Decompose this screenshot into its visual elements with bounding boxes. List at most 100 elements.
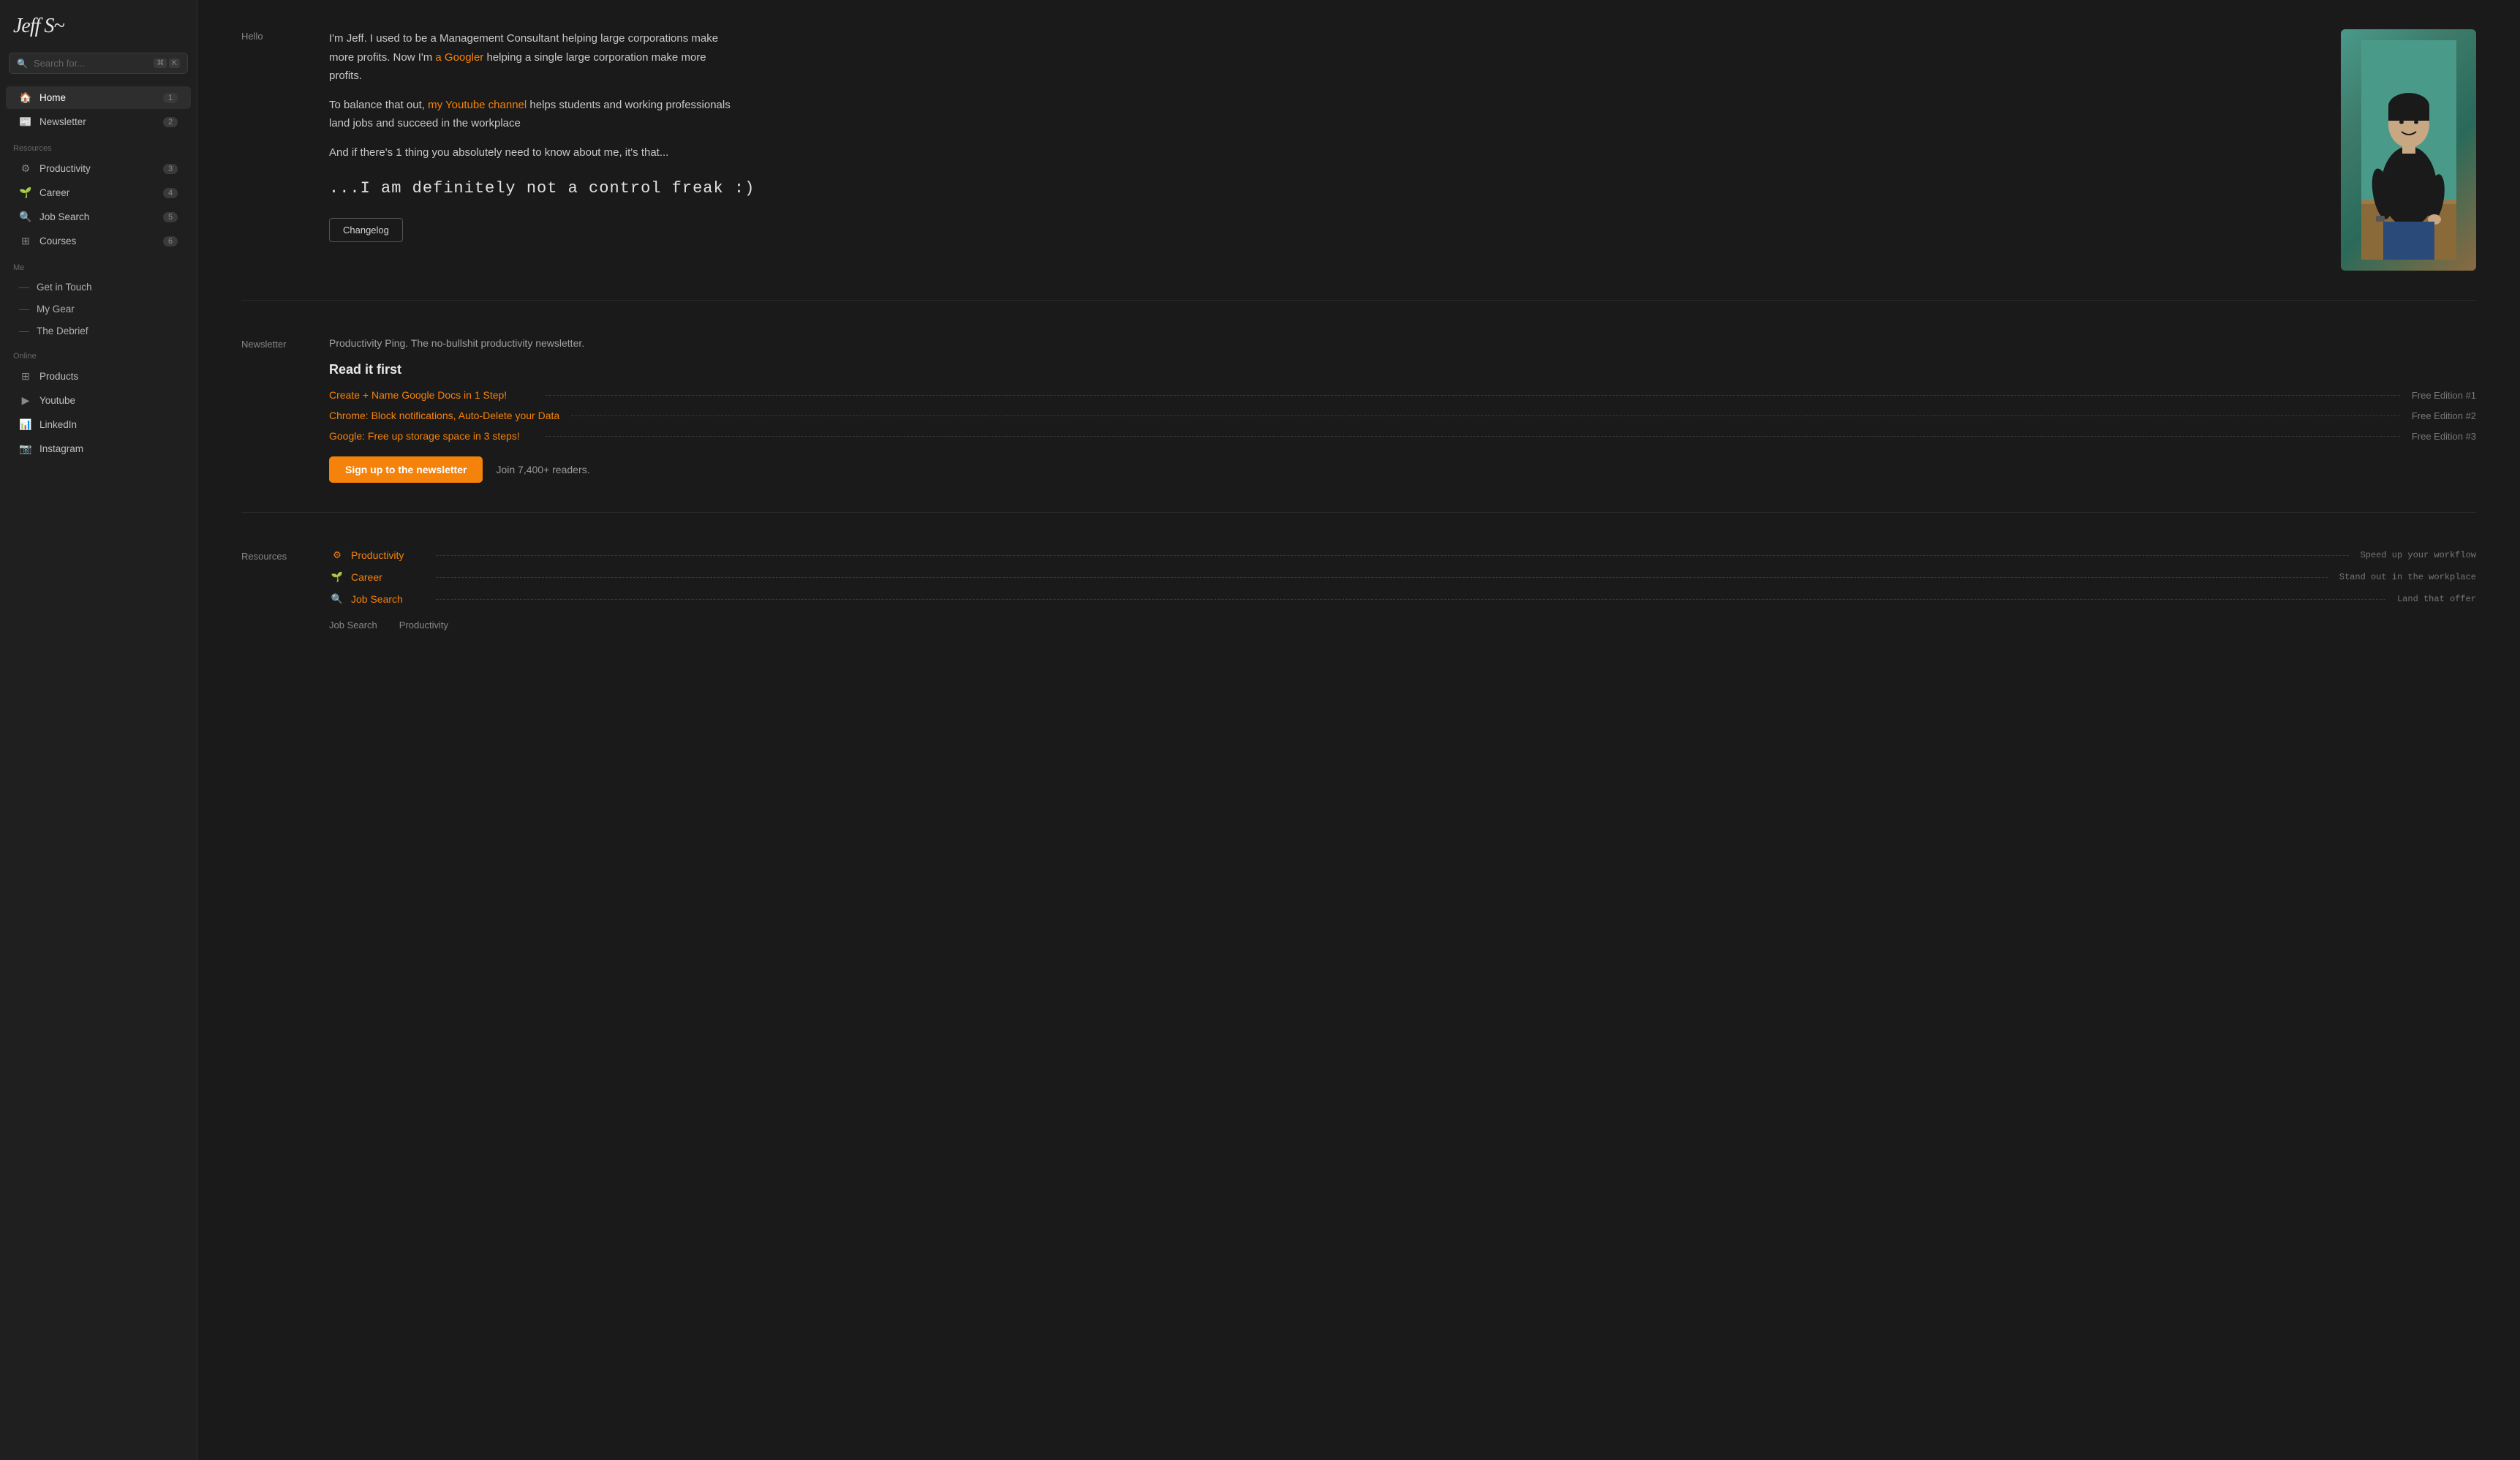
main-content: Hello I'm Jeff. I used to be a Managemen… [197, 0, 2520, 1460]
edition-row-1: Create + Name Google Docs in 1 Step! Fre… [329, 389, 2476, 401]
read-first-title: Read it first [329, 362, 2476, 377]
hello-paragraph1: I'm Jeff. I used to be a Management Cons… [329, 29, 739, 86]
edition-link-2[interactable]: Chrome: Block notifications, Auto-Delete… [329, 410, 559, 421]
edition-row-2: Chrome: Block notifications, Auto-Delete… [329, 410, 2476, 421]
nav-item-the-debrief[interactable]: — The Debrief [6, 320, 191, 341]
nav-label-productivity: Productivity [39, 163, 156, 174]
sidebar: Jeff S~ 🔍 Search for... ⌘ K 🏠 Home 1 📰 N… [0, 0, 197, 1460]
resource-desc-productivity: Speed up your workflow [2361, 550, 2476, 560]
online-header: Online [0, 342, 197, 364]
nav-label-instagram: Instagram [39, 443, 178, 454]
nav-item-youtube[interactable]: ▶ Youtube [6, 389, 191, 412]
footer-link-job-search[interactable]: Job Search [329, 620, 377, 631]
nav-item-job-search[interactable]: 🔍 Job Search 5 [6, 206, 191, 228]
dash-icon-my-gear: — [19, 303, 29, 315]
signup-note: Join 7,400+ readers. [496, 464, 589, 475]
footer-link-productivity[interactable]: Productivity [399, 620, 448, 631]
nav-badge-courses: 6 [163, 236, 178, 247]
nav-label-job-search: Job Search [39, 211, 156, 222]
me-header: Me [0, 253, 197, 276]
nav-item-newsletter[interactable]: 📰 Newsletter 2 [6, 110, 191, 133]
nav-label-newsletter: Newsletter [39, 116, 156, 127]
edition-dots-1 [546, 395, 2400, 396]
nav-badge-productivity: 3 [163, 164, 178, 174]
youtube-icon: ▶ [19, 394, 32, 407]
footer-nav: Job Search Productivity [329, 620, 2476, 631]
resource-row-productivity: ⚙ Productivity Speed up your workflow [329, 549, 2476, 561]
nav-label-linkedin: LinkedIn [39, 419, 178, 430]
hello-paragraph2: To balance that out, my Youtube channel … [329, 96, 739, 133]
linkedin-icon: 📊 [19, 418, 32, 431]
me-label-get-in-touch: Get in Touch [37, 282, 92, 293]
edition-link-1[interactable]: Create + Name Google Docs in 1 Step! [329, 389, 534, 401]
changelog-button[interactable]: Changelog [329, 218, 403, 242]
resource-icon-job-search: 🔍 [329, 593, 345, 605]
nav-badge-job-search: 5 [163, 212, 178, 222]
edition-dots-2 [571, 415, 2400, 416]
edition-label-3: Free Edition #3 [2412, 431, 2476, 442]
logo-area: Jeff S~ [0, 15, 197, 53]
edition-dots-3 [546, 436, 2400, 437]
resource-desc-job-search: Land that offer [2397, 594, 2476, 604]
newsletter-section: Newsletter Productivity Ping. The no-bul… [241, 337, 2476, 513]
resources-content: ⚙ Productivity Speed up your workflow 🌱 … [329, 549, 2476, 631]
search-bar[interactable]: 🔍 Search for... ⌘ K [9, 53, 188, 74]
resource-icon-productivity: ⚙ [329, 549, 345, 561]
hello-content: I'm Jeff. I used to be a Management Cons… [329, 29, 2312, 271]
nav-label-products: Products [39, 371, 178, 382]
nav-label-career: Career [39, 187, 156, 198]
nav-item-home[interactable]: 🏠 Home 1 [6, 86, 191, 109]
resource-dots-job-search [436, 599, 2385, 600]
edition-label-2: Free Edition #2 [2412, 410, 2476, 421]
handwritten-quote: ...I am definitely not a control freak :… [329, 179, 2312, 197]
nav-item-courses[interactable]: ⊞ Courses 6 [6, 230, 191, 252]
nav-badge-career: 4 [163, 188, 178, 198]
nav-item-my-gear[interactable]: — My Gear [6, 298, 191, 319]
hello-text: I'm Jeff. I used to be a Management Cons… [329, 29, 739, 162]
home-icon: 🏠 [19, 91, 32, 104]
nav-label-youtube: Youtube [39, 395, 178, 406]
profile-photo-svg [2361, 40, 2456, 260]
hello-p2-pre: To balance that out, [329, 99, 428, 111]
edition-link-3[interactable]: Google: Free up storage space in 3 steps… [329, 430, 534, 442]
profile-photo [2341, 29, 2476, 271]
edition-row-3: Google: Free up storage space in 3 steps… [329, 430, 2476, 442]
resource-link-productivity[interactable]: Productivity [351, 549, 424, 561]
nav-label-home: Home [39, 92, 156, 103]
edition-label-1: Free Edition #1 [2412, 390, 2476, 401]
dash-icon-get-in-touch: — [19, 281, 29, 293]
nav-item-productivity[interactable]: ⚙ Productivity 3 [6, 157, 191, 180]
nav-item-get-in-touch[interactable]: — Get in Touch [6, 276, 191, 297]
youtube-channel-link[interactable]: my Youtube channel [428, 99, 527, 111]
nav-item-instagram[interactable]: 📷 Instagram [6, 437, 191, 460]
resource-link-career[interactable]: Career [351, 571, 424, 583]
nav-item-linkedin[interactable]: 📊 LinkedIn [6, 413, 191, 436]
search-shortcut: ⌘ K [154, 59, 180, 68]
logo: Jeff S~ [13, 15, 184, 38]
newsletter-icon: 📰 [19, 116, 32, 128]
hello-label: Hello [241, 29, 300, 271]
resource-desc-career: Stand out in the workplace [2339, 572, 2476, 582]
nav-label-courses: Courses [39, 236, 156, 247]
newsletter-content: Productivity Ping. The no-bullshit produ… [329, 337, 2476, 483]
hello-paragraph3: And if there's 1 thing you absolutely ne… [329, 143, 739, 162]
nav-item-career[interactable]: 🌱 Career 4 [6, 181, 191, 204]
dash-icon-the-debrief: — [19, 325, 29, 336]
newsletter-label: Newsletter [241, 337, 300, 483]
googler-link[interactable]: a Googler [435, 51, 483, 64]
nav-item-products[interactable]: ⊞ Products [6, 365, 191, 388]
signup-button[interactable]: Sign up to the newsletter [329, 456, 483, 483]
resource-dots-productivity [436, 555, 2349, 556]
hello-section: Hello I'm Jeff. I used to be a Managemen… [241, 29, 2476, 301]
me-label-my-gear: My Gear [37, 304, 75, 315]
resource-link-job-search[interactable]: Job Search [351, 593, 424, 605]
kbd-k: K [169, 59, 180, 68]
signup-row: Sign up to the newsletter Join 7,400+ re… [329, 456, 2476, 483]
resource-row-career: 🌱 Career Stand out in the workplace [329, 571, 2476, 583]
courses-icon: ⊞ [19, 235, 32, 247]
resources-label: Resources [241, 549, 300, 631]
resource-row-job-search: 🔍 Job Search Land that offer [329, 593, 2476, 605]
products-icon: ⊞ [19, 370, 32, 383]
resources-header: Resources [0, 134, 197, 157]
me-label-the-debrief: The Debrief [37, 326, 88, 336]
